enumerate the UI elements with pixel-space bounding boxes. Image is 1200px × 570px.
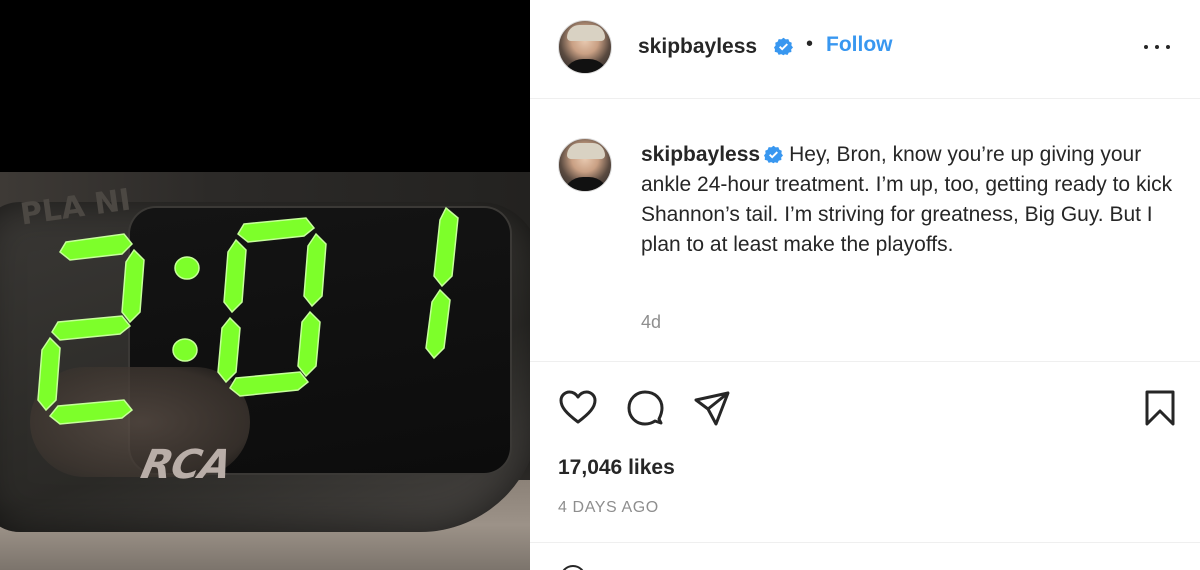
verified-badge-icon <box>764 145 784 164</box>
comment-bar <box>530 542 1200 570</box>
avatar[interactable] <box>558 20 612 74</box>
digit-0-lower-right-segment <box>297 310 321 378</box>
caption-section: skipbayless Hey, Bron, know you’re up gi… <box>530 100 1200 362</box>
likes-count[interactable]: 17,046 likes <box>558 456 675 480</box>
header-separator: • <box>806 33 814 55</box>
avatar-hair <box>567 25 605 41</box>
follow-button[interactable]: Follow <box>826 33 893 57</box>
comment-icon[interactable] <box>625 388 665 428</box>
digit-0-upper-right-segment <box>303 232 327 308</box>
heart-icon[interactable] <box>558 388 598 428</box>
post-header: skipbayless • Follow <box>530 0 1200 99</box>
verified-badge-icon <box>774 37 793 56</box>
digit-2-top-segment <box>59 233 134 261</box>
caption-avatar[interactable] <box>558 138 612 192</box>
clock-digits <box>37 206 459 425</box>
emoji-icon[interactable] <box>560 565 586 570</box>
post-time-ago[interactable]: 4d <box>641 312 661 333</box>
post-panel: skipbayless • Follow skipbayless Hey, Br… <box>530 0 1200 570</box>
post-actions <box>530 380 1200 440</box>
bookmark-icon[interactable] <box>1140 388 1180 428</box>
avatar-shirt <box>563 59 609 73</box>
colon-bottom-dot <box>172 338 198 362</box>
post-photo[interactable]: PLA NI RCA <box>0 0 530 570</box>
digit-2-bottom-segment <box>48 399 134 425</box>
digit-0-lower-left-segment <box>217 316 241 384</box>
header-username[interactable]: skipbayless <box>638 35 757 59</box>
digit-0-upper-left-segment <box>223 238 247 314</box>
digit-0-top-segment <box>237 217 316 243</box>
avatar-hair <box>567 143 605 159</box>
paper-plane-icon[interactable] <box>692 388 732 428</box>
caption-text: skipbayless Hey, Bron, know you’re up gi… <box>641 140 1181 260</box>
avatar-shirt <box>563 177 609 191</box>
digit-2-upper-right-segment <box>121 248 145 324</box>
post-date: 4 DAYS AGO <box>558 499 659 516</box>
digit-2-lower-left-segment <box>37 336 61 412</box>
caption-username[interactable]: skipbayless <box>641 143 760 166</box>
digit-1-upper-segment <box>433 206 459 288</box>
digit-2-middle-segment <box>51 315 132 341</box>
colon-top-dot <box>174 256 200 280</box>
digit-1-lower-segment <box>425 288 451 360</box>
digit-0-bottom-segment <box>229 371 310 397</box>
more-dots-icon[interactable] <box>1142 36 1172 56</box>
